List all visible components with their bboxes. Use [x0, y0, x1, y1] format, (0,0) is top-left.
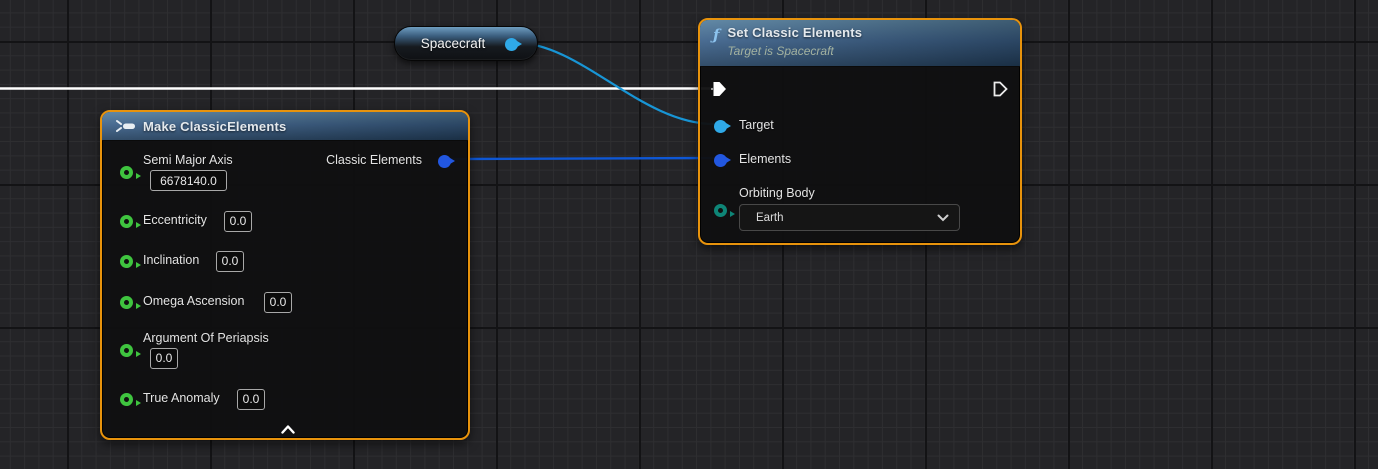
classic-elements-output-pin[interactable] [438, 155, 451, 168]
exec-output-pin[interactable] [992, 81, 1008, 97]
make-struct-icon [115, 119, 137, 133]
node-make-classic-elements[interactable]: Make ClassicElements Semi Major Axis Ecc… [100, 110, 470, 440]
make-node-title: Make ClassicElements [143, 119, 286, 134]
eccentricity-label: Eccentricity [143, 213, 207, 227]
exec-input-pin[interactable] [711, 81, 727, 97]
target-input-pin[interactable] [714, 120, 727, 133]
argument-of-periapsis-input[interactable] [150, 348, 178, 369]
eccentricity-pin[interactable] [120, 215, 133, 228]
node-spacecraft-getter[interactable]: Spacecraft [394, 26, 538, 61]
eccentricity-input[interactable] [224, 211, 252, 232]
elements-wire [450, 158, 714, 159]
blueprint-graph-canvas[interactable]: Spacecraft ƒ Set Classic Elements Target… [0, 0, 1378, 469]
orbiting-body-input-pin[interactable] [714, 204, 727, 217]
true-anomaly-label: True Anomaly [143, 391, 220, 405]
spacecraft-output-pin[interactable] [505, 38, 518, 51]
node-spacecraft-title: Spacecraft [395, 27, 511, 60]
semi-major-axis-input[interactable] [150, 170, 227, 191]
function-icon: ƒ [713, 26, 719, 44]
semi-major-axis-pin[interactable] [120, 166, 133, 179]
spacecraft-target-wire [517, 43, 714, 124]
semi-major-axis-label: Semi Major Axis [143, 153, 233, 167]
true-anomaly-input[interactable] [237, 389, 265, 410]
true-anomaly-pin[interactable] [120, 393, 133, 406]
set-node-subtitle: Target is Spacecraft [727, 44, 833, 58]
inclination-label: Inclination [143, 253, 199, 267]
collapse-advanced-button[interactable] [278, 422, 298, 436]
omega-ascension-label: Omega Ascension [143, 294, 244, 308]
argument-of-periapsis-label: Argument Of Periapsis [143, 331, 269, 345]
argument-of-periapsis-pin[interactable] [120, 344, 133, 357]
inclination-input[interactable] [216, 251, 244, 272]
inclination-pin[interactable] [120, 255, 133, 268]
node-set-classic-elements[interactable]: ƒ Set Classic Elements Target is Spacecr… [698, 18, 1022, 245]
elements-input-pin[interactable] [714, 154, 727, 167]
set-node-title: Set Classic Elements [727, 25, 862, 40]
omega-ascension-pin[interactable] [120, 296, 133, 309]
set-node-header[interactable]: ƒ Set Classic Elements Target is Spacecr… [700, 20, 1020, 67]
elements-pin-label: Elements [739, 152, 791, 166]
collapse-chevron-icon [281, 425, 295, 434]
orbiting-body-dropdown[interactable]: Earth [739, 204, 960, 231]
omega-ascension-input[interactable] [264, 292, 292, 313]
chevron-down-icon [937, 214, 949, 222]
orbiting-body-pin-label: Orbiting Body [739, 186, 815, 200]
make-node-header[interactable]: Make ClassicElements [102, 112, 468, 141]
orbiting-body-dropdown-value: Earth [756, 212, 784, 224]
target-pin-label: Target [739, 118, 774, 132]
classic-elements-output-label: Classic Elements [326, 153, 422, 167]
